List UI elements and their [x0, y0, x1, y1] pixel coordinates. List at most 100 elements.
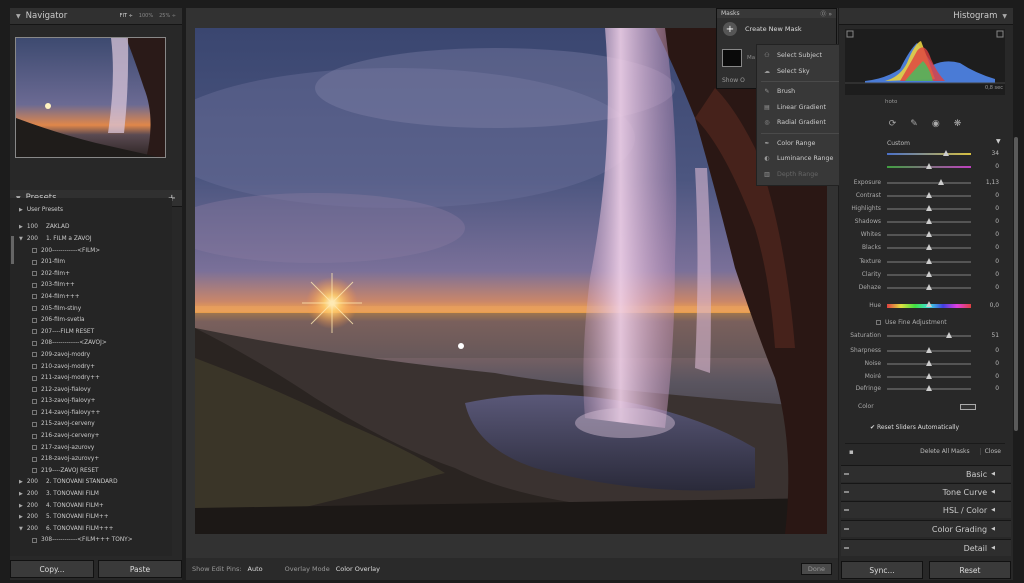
color-swatch[interactable]	[960, 404, 976, 410]
slider-contrast[interactable]: Contrast 0	[845, 189, 1005, 202]
preset-group[interactable]: ▶ 200 4. TONOVANI FILM+	[10, 500, 172, 512]
preset-item[interactable]: 212-zavoj-fialovy	[10, 384, 172, 396]
section-toggle-icon[interactable]	[844, 509, 849, 511]
section-hsl-color[interactable]: HSL / Color ◀	[841, 501, 1011, 518]
masking-icon[interactable]: ❋	[954, 119, 962, 129]
expand-arrow-icon[interactable]: ◀	[991, 545, 995, 551]
slider-track[interactable]	[887, 162, 971, 169]
main-photo[interactable]	[195, 28, 827, 534]
collapse-arrows-icon[interactable]: ⓪ »	[820, 9, 832, 18]
zoom-25[interactable]: 25% ÷	[159, 13, 176, 19]
slider-value[interactable]: 0	[995, 193, 999, 199]
slider-saturation[interactable]: Saturation 51	[845, 329, 1005, 342]
slider-knob[interactable]	[926, 257, 932, 264]
show-overlay-checkbox[interactable]: Show O	[722, 77, 745, 84]
slider-knob[interactable]	[926, 230, 932, 237]
slider-knob[interactable]	[926, 270, 932, 277]
slider-track[interactable]	[887, 217, 971, 224]
collapse-triangle-icon[interactable]: ▼	[996, 138, 1001, 145]
section-basic[interactable]: Basic ◀	[841, 465, 1011, 482]
preset-item[interactable]: 215-zavoj-cerveny	[10, 419, 172, 431]
preset-group[interactable]: ▶ 100 ZAKLAD	[10, 222, 172, 234]
slider-value[interactable]: 0	[995, 374, 999, 380]
section-detail[interactable]: Detail ◀	[841, 539, 1011, 556]
fine-adjust-checkbox[interactable]	[876, 320, 881, 325]
section-toggle-icon[interactable]	[844, 491, 849, 493]
edit-pins-select[interactable]: Auto	[248, 565, 263, 573]
slider-track[interactable]	[887, 243, 971, 250]
create-new-mask-button[interactable]: + Create New Mask	[717, 18, 836, 40]
preset-item[interactable]: 213-zavoj-fialovy+	[10, 396, 172, 408]
preset-item[interactable]: 214-zavoj-fialovy++	[10, 407, 172, 419]
slider-blacks[interactable]: Blacks 0	[845, 241, 1005, 254]
slider-exposure[interactable]: Exposure 1,13	[845, 176, 1005, 189]
disclosure-triangle-icon[interactable]: ▶	[19, 207, 23, 213]
navigator-preview[interactable]	[15, 37, 166, 158]
slider-value[interactable]: 51	[992, 333, 1000, 339]
slider-track[interactable]	[887, 372, 971, 379]
mask-toggle-icon[interactable]: ▪	[849, 448, 854, 456]
preset-item[interactable]: 201-film	[10, 256, 172, 268]
slider-knob[interactable]	[926, 384, 932, 391]
presets-scrollbar[interactable]	[11, 236, 14, 264]
slider-track[interactable]	[887, 270, 971, 277]
slider-defringe[interactable]: Defringe 0	[845, 382, 1005, 395]
preset-item[interactable]: 200------------<FILM>	[10, 245, 172, 257]
slider-clarity[interactable]: Clarity 0	[845, 268, 1005, 281]
fine-adjust-row[interactable]: Use Fine Adjustment	[876, 319, 947, 326]
slider-sharpness[interactable]: Sharpness 0	[845, 344, 1005, 357]
disclosure-triangle-icon[interactable]: ▶	[19, 503, 23, 509]
slider-value[interactable]: 0	[995, 285, 999, 291]
preset-item[interactable]: 211-zavoj-modry++	[10, 372, 172, 384]
preset-group[interactable]: ▶ 200 2. TONOVANI STANDARD	[10, 477, 172, 489]
slider-value[interactable]: 0	[995, 361, 999, 367]
slider-track[interactable]	[887, 346, 971, 353]
slider-value[interactable]: 1,13	[986, 180, 999, 186]
disclosure-triangle-icon[interactable]: ▶	[19, 514, 23, 520]
slider-value[interactable]: 34	[992, 151, 1000, 157]
delete-all-masks-button[interactable]: Delete All Masks	[920, 448, 970, 455]
slider-value[interactable]: 0	[995, 386, 999, 392]
clipping-highlight-icon[interactable]	[996, 30, 1004, 38]
clipping-shadow-icon[interactable]	[846, 30, 854, 38]
zoom-100[interactable]: 100%	[139, 13, 153, 19]
close-masks-button[interactable]: Close	[979, 448, 1005, 455]
slider-track[interactable]	[887, 257, 971, 264]
disclosure-triangle-icon[interactable]: ▶	[19, 224, 23, 230]
slider-value[interactable]: 0	[995, 206, 999, 212]
slider-value[interactable]: 0	[995, 272, 999, 278]
slider-track[interactable]	[887, 178, 971, 185]
preset-item[interactable]: 217-zavoj-azurovy	[10, 442, 172, 454]
slider-value[interactable]: 0	[995, 259, 999, 265]
slider-track[interactable]	[887, 384, 971, 391]
slider-texture[interactable]: Texture 0	[845, 255, 1005, 268]
preset-item[interactable]: 207----FILM RESET	[10, 326, 172, 338]
preset-item[interactable]: 202-film+	[10, 268, 172, 280]
slider-knob[interactable]	[926, 359, 932, 366]
slider-value[interactable]: 0	[995, 245, 999, 251]
preset-group[interactable]: ▼ 200 1. FILM a ZAVOJ	[10, 233, 172, 245]
slider-hue[interactable]: Hue 0,0	[845, 299, 1005, 312]
slider-track[interactable]	[887, 359, 971, 366]
disclosure-triangle-icon[interactable]: ▼	[19, 526, 23, 532]
slider-knob[interactable]	[926, 372, 932, 379]
healing-icon[interactable]: ✎	[910, 119, 918, 129]
slider-track[interactable]	[887, 204, 971, 211]
slider-temp[interactable]: 34	[845, 147, 1005, 160]
disclosure-triangle-icon[interactable]: ▼	[19, 236, 23, 242]
preset-group[interactable]: ▶ User Presets	[10, 204, 172, 216]
slider-track[interactable]	[887, 149, 971, 156]
effect-preset-select[interactable]: Custom	[887, 140, 910, 147]
collapse-triangle-icon[interactable]: ▼	[1002, 13, 1007, 20]
slider-value[interactable]: 0	[995, 348, 999, 354]
overlay-mode-select[interactable]: Color Overlay	[336, 565, 380, 573]
preset-group[interactable]: ▼ 200 6. TONOVANI FILM+++	[10, 523, 172, 535]
preset-item[interactable]: 203-film++	[10, 280, 172, 292]
copy-button[interactable]: Copy...	[10, 560, 94, 578]
reset-sliders-toggle[interactable]: ✔ Reset Sliders Automatically	[870, 424, 959, 431]
preset-item[interactable]: 205-film-stiny	[10, 303, 172, 315]
slider-value[interactable]: 0	[995, 164, 999, 170]
slider-knob[interactable]	[926, 191, 932, 198]
slider-dehaze[interactable]: Dehaze 0	[845, 281, 1005, 294]
preset-item[interactable]: 204-film+++	[10, 291, 172, 303]
